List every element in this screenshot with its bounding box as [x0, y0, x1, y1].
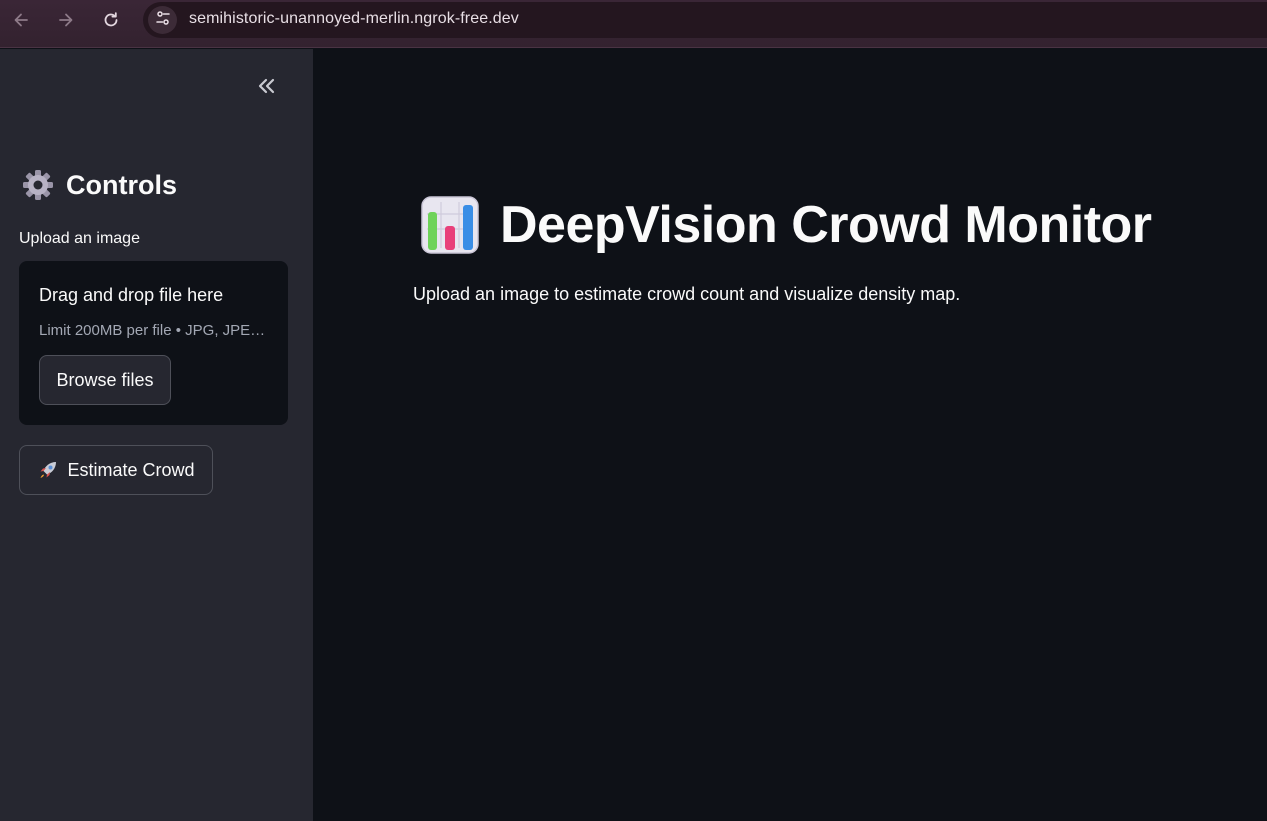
estimate-crowd-label: Estimate Crowd — [67, 459, 195, 480]
estimate-crowd-button[interactable]: Estimate Crowd — [19, 445, 213, 495]
dropzone-limit: Limit 200MB per file • JPG, JPEG, PNG — [39, 322, 271, 339]
rocket-icon — [37, 459, 59, 481]
bar-chart-icon — [421, 196, 479, 254]
reload-button[interactable] — [96, 6, 126, 34]
url-text[interactable]: semihistoric-unannoyed-merlin.ngrok-free… — [189, 10, 519, 28]
page-title: DeepVision Crowd Monitor — [421, 195, 1152, 255]
dropzone-title: Drag and drop file here — [39, 285, 224, 305]
arrow-left-icon — [12, 11, 30, 29]
back-button[interactable] — [6, 6, 36, 34]
arrow-right-icon — [57, 11, 75, 29]
sidebar-title-text: Controls — [66, 169, 177, 200]
file-dropzone[interactable]: Drag and drop file here Limit 200MB per … — [19, 261, 288, 425]
page-subtitle: Upload an image to estimate crowd count … — [413, 284, 961, 304]
site-info-button[interactable] — [148, 6, 177, 34]
sidebar-title: Controls — [22, 169, 177, 201]
sidebar: Controls Upload an image Drag and drop f… — [0, 49, 313, 821]
address-bar[interactable]: semihistoric-unannoyed-merlin.ngrok-free… — [143, 2, 1267, 38]
main-content: DeepVision Crowd Monitor Upload an image… — [313, 49, 1267, 821]
gear-icon — [22, 169, 54, 201]
collapse-sidebar-button[interactable] — [252, 75, 282, 101]
page-title-text: DeepVision Crowd Monitor — [500, 196, 1152, 254]
double-chevron-left-icon — [257, 78, 277, 99]
forward-button[interactable] — [51, 6, 81, 34]
tune-icon — [154, 9, 172, 32]
browser-toolbar: semihistoric-unannoyed-merlin.ngrok-free… — [0, 0, 1267, 48]
browse-files-button[interactable]: Browse files — [39, 355, 171, 405]
reload-icon — [102, 11, 120, 29]
upload-label: Upload an image — [19, 230, 140, 247]
